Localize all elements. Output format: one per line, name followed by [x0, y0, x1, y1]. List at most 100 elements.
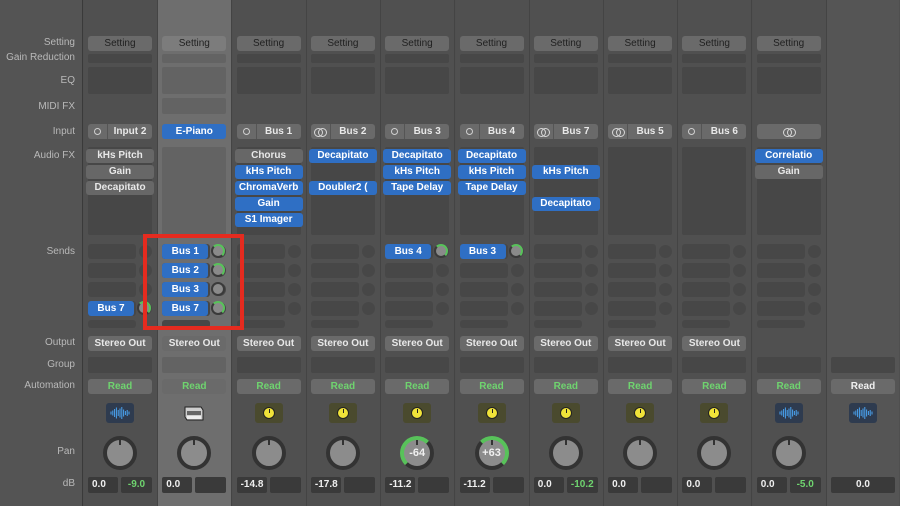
send-slot-empty[interactable]: [756, 263, 805, 278]
send-slot-empty[interactable]: [385, 263, 434, 278]
track-icon[interactable]: [180, 403, 208, 423]
eq-thumbnail[interactable]: [533, 67, 598, 94]
peak-db-readout[interactable]: [492, 477, 524, 493]
midi-fx-slot[interactable]: [162, 98, 227, 114]
track-icon[interactable]: [477, 403, 506, 423]
send-slot-empty[interactable]: [459, 301, 508, 316]
send-slot-empty[interactable]: [682, 320, 731, 328]
setting-button[interactable]: Setting: [756, 36, 821, 51]
output-button[interactable]: Stereo Out: [533, 336, 598, 351]
pan-knob[interactable]: +63: [474, 436, 509, 470]
peak-db-readout[interactable]: [195, 477, 227, 493]
eq-thumbnail[interactable]: [236, 67, 301, 94]
send-slot-empty[interactable]: [533, 301, 582, 316]
send-slot-empty[interactable]: [385, 320, 434, 328]
volume-db-readout[interactable]: -11.2: [459, 477, 490, 493]
input-format-slot[interactable]: [460, 124, 480, 139]
send-button[interactable]: Bus 3: [459, 244, 506, 259]
send-slot-empty[interactable]: [682, 301, 731, 316]
send-slot-empty[interactable]: [682, 263, 731, 278]
peak-db-readout[interactable]: [641, 477, 673, 493]
automation-mode-button[interactable]: Read: [385, 379, 450, 394]
send-button[interactable]: Bus 4: [385, 244, 432, 259]
input-button[interactable]: Bus 5: [608, 124, 673, 139]
output-button[interactable]: Stereo Out: [385, 336, 450, 351]
send-slot-empty[interactable]: [608, 320, 657, 328]
input-format-slot[interactable]: [608, 124, 629, 139]
send-slot-empty[interactable]: [236, 282, 285, 297]
volume-db-readout[interactable]: -14.8: [236, 477, 267, 493]
track-icon[interactable]: [626, 403, 655, 423]
input-format-slot[interactable]: [88, 124, 108, 139]
automation-mode-button[interactable]: Read: [162, 379, 227, 394]
setting-button[interactable]: Setting: [533, 36, 598, 51]
automation-mode-button[interactable]: Read: [88, 379, 152, 394]
send-slot-empty[interactable]: [533, 263, 582, 278]
setting-button[interactable]: Setting: [236, 36, 301, 51]
send-slot-empty[interactable]: [310, 263, 359, 278]
volume-db-readout[interactable]: 0.0: [162, 477, 193, 493]
audio-fx-plugin[interactable]: Doubler2 (: [308, 181, 377, 195]
output-button[interactable]: Stereo Out: [88, 336, 152, 351]
audio-fx-plugin[interactable]: Decapitato: [531, 197, 600, 211]
input-format-slot[interactable]: [311, 124, 331, 139]
automation-mode-button[interactable]: Read: [608, 379, 673, 394]
group-slot[interactable]: [831, 357, 895, 373]
track-icon[interactable]: [403, 403, 432, 423]
volume-db-readout[interactable]: 0.0: [682, 477, 713, 493]
pan-knob[interactable]: [251, 436, 286, 470]
send-button[interactable]: Bus 2: [162, 263, 209, 278]
peak-db-readout[interactable]: -10.2: [566, 477, 598, 493]
audio-fx-plugin[interactable]: Decapitato: [86, 181, 154, 195]
send-slot-empty[interactable]: [756, 282, 805, 297]
input-button[interactable]: Bus 1: [236, 124, 301, 139]
setting-button[interactable]: Setting: [682, 36, 747, 51]
send-slot-empty[interactable]: [88, 320, 136, 328]
automation-mode-button[interactable]: Read: [310, 379, 375, 394]
send-slot-empty[interactable]: [756, 244, 805, 259]
group-slot[interactable]: [756, 357, 821, 373]
send-slot-empty[interactable]: [310, 282, 359, 297]
input-format-slot[interactable]: [385, 124, 406, 139]
setting-button[interactable]: Setting: [608, 36, 673, 51]
send-level-knob[interactable]: [137, 301, 151, 315]
send-slot-empty[interactable]: [236, 263, 285, 278]
pan-knob[interactable]: [697, 436, 732, 470]
audio-fx-plugin[interactable]: kHs Pitch: [531, 165, 600, 179]
input-button[interactable]: Bus 6: [682, 124, 747, 139]
setting-button[interactable]: Setting: [459, 36, 524, 51]
volume-db-readout[interactable]: 0.0: [533, 477, 564, 493]
setting-button[interactable]: Setting: [385, 36, 450, 51]
peak-db-readout[interactable]: [715, 477, 747, 493]
group-slot[interactable]: [682, 357, 747, 373]
input-format-slot[interactable]: [237, 124, 257, 139]
send-slot-empty[interactable]: [756, 301, 805, 316]
send-slot-empty[interactable]: [236, 301, 285, 316]
audio-fx-plugin[interactable]: Correlatio: [754, 149, 823, 163]
audio-fx-plugin[interactable]: Tape Delay: [457, 181, 526, 195]
eq-thumbnail[interactable]: [310, 67, 375, 94]
send-slot-empty[interactable]: [88, 244, 136, 259]
send-slot-empty[interactable]: [310, 301, 359, 316]
track-icon[interactable]: [106, 403, 134, 423]
volume-db-readout[interactable]: 0.0: [88, 477, 118, 493]
pan-knob[interactable]: [548, 436, 583, 470]
volume-db-readout[interactable]: 0.0: [831, 477, 895, 493]
eq-thumbnail[interactable]: [682, 67, 747, 94]
eq-thumbnail[interactable]: [756, 67, 821, 94]
setting-button[interactable]: Setting: [310, 36, 375, 51]
eq-thumbnail[interactable]: [459, 67, 524, 94]
group-slot[interactable]: [608, 357, 673, 373]
group-slot[interactable]: [236, 357, 301, 373]
pan-knob[interactable]: [325, 436, 360, 470]
output-button[interactable]: Stereo Out: [162, 336, 227, 351]
group-slot[interactable]: [385, 357, 450, 373]
send-slot-empty[interactable]: [236, 320, 285, 328]
output-button[interactable]: Stereo Out: [310, 336, 375, 351]
send-button[interactable]: Bus 3: [162, 282, 209, 297]
peak-db-readout[interactable]: -5.0: [789, 477, 821, 493]
volume-db-readout[interactable]: 0.0: [608, 477, 639, 493]
send-button[interactable]: Bus 1: [162, 244, 209, 259]
automation-mode-button[interactable]: Read: [533, 379, 598, 394]
audio-fx-plugin[interactable]: ChromaVerb: [234, 181, 303, 195]
